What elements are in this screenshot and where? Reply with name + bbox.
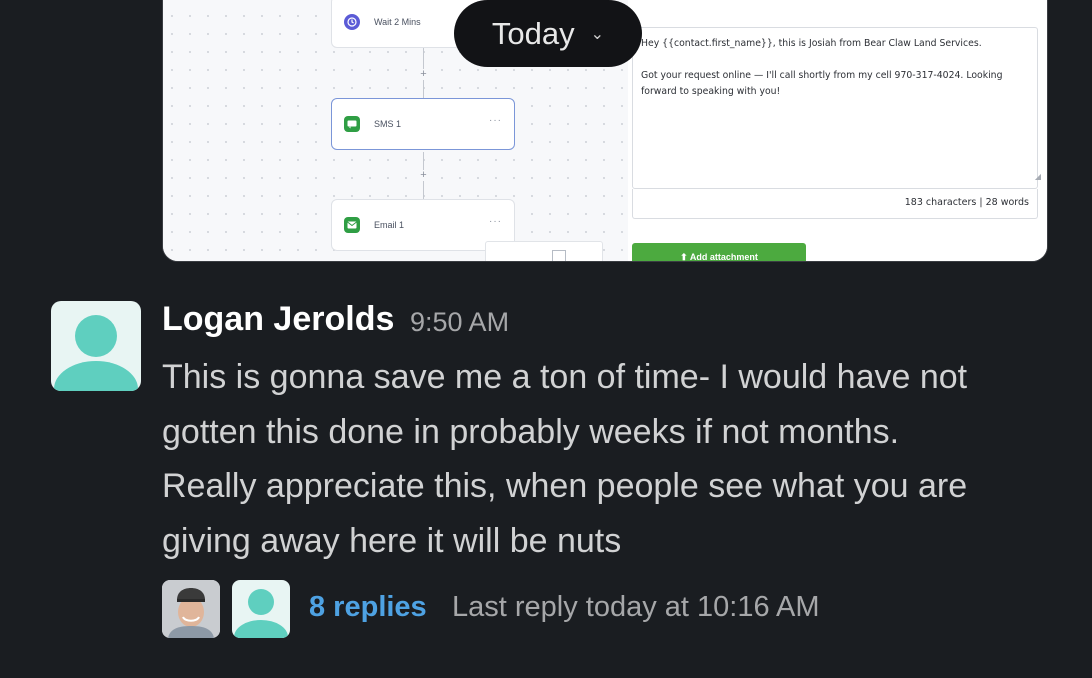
message-line: giving away here it will be nuts: [162, 521, 622, 560]
message-icon: [344, 116, 360, 132]
message-body: This is gonna save me a ton of time- I w…: [162, 350, 1062, 568]
last-reply-text: Last reply today at 10:16 AM: [452, 591, 820, 623]
thread-participant-avatar[interactable]: [162, 580, 220, 638]
more-icon: ···: [489, 115, 502, 126]
clock-icon: [344, 14, 360, 30]
user-placeholder-icon: [54, 315, 138, 391]
date-divider-label: Today: [491, 15, 575, 51]
mail-icon: [344, 217, 360, 233]
message-line: Really appreciate this, when people see …: [162, 467, 968, 505]
user-placeholder-icon: [234, 589, 288, 638]
minimap: [485, 241, 603, 261]
node-label: Email 1: [374, 220, 405, 230]
workflow-node-sms: SMS 1 ···: [331, 98, 515, 150]
avatar[interactable]: [51, 301, 141, 391]
person-photo-icon: [162, 580, 220, 638]
chevron-down-icon: ⌄: [590, 25, 605, 43]
message-paragraph: Got your request online — I'll call shor…: [641, 70, 1003, 97]
thread-participant-avatar[interactable]: [232, 580, 290, 638]
add-step-icon: +: [418, 69, 429, 80]
message-timestamp[interactable]: 9:50 AM: [410, 307, 509, 338]
date-divider-button[interactable]: Today ⌄: [454, 0, 642, 67]
resize-handle-icon[interactable]: ◢: [1035, 172, 1041, 181]
node-label: Wait 2 Mins: [374, 17, 421, 27]
message-line: gotten this done in probably weeks if no…: [162, 412, 900, 451]
message-paragraph: Hey {{contact.first_name}}, this is Josi…: [641, 38, 982, 49]
thread-replies-link[interactable]: 8 replies: [309, 591, 427, 624]
message-line: This is gonna save me a ton of time- I w…: [162, 358, 968, 396]
message-author[interactable]: Logan Jerolds: [162, 300, 394, 339]
character-count: 183 characters | 28 words: [904, 197, 1029, 208]
sms-editor-panel: Hey {{contact.first_name}}, this is Josi…: [629, 0, 1047, 261]
more-icon: ···: [489, 216, 502, 227]
sms-message-editor[interactable]: Hey {{contact.first_name}}, this is Josi…: [632, 27, 1038, 189]
add-attachment-button[interactable]: ⬆ Add attachment: [632, 243, 806, 261]
add-step-icon: +: [418, 170, 429, 181]
node-label: SMS 1: [374, 119, 402, 129]
